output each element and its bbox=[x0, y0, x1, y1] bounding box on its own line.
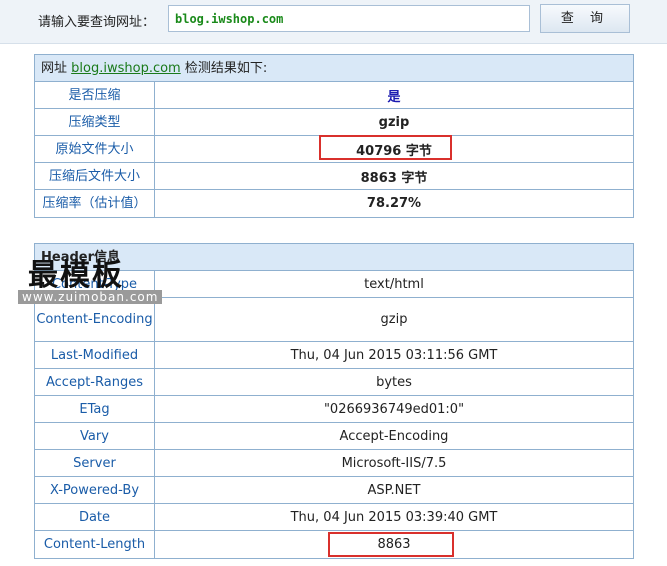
header-value: Thu, 04 Jun 2015 03:39:40 GMT bbox=[290, 509, 498, 525]
compressed-value: 是 bbox=[387, 89, 401, 105]
header-value: Microsoft-IIS/7.5 bbox=[341, 455, 447, 471]
table-row: 压缩类型 gzip bbox=[35, 109, 633, 136]
original-size-highlight-box bbox=[319, 135, 452, 160]
compressed-size-value: 8863 字节 bbox=[360, 170, 428, 186]
header-key: X-Powered-By bbox=[35, 477, 155, 503]
table-row: X-Powered-By ASP.NET bbox=[35, 477, 633, 504]
compressed-size-key: 压缩后文件大小 bbox=[35, 163, 155, 189]
table-row: ETag "0266936749ed01:0" bbox=[35, 396, 633, 423]
result-table-header: 网址 blog.iwshop.com 检测结果如下: bbox=[35, 55, 633, 82]
header-key: Last-Modified bbox=[35, 342, 155, 368]
header-key: Accept-Ranges bbox=[35, 369, 155, 395]
header-key: Vary bbox=[35, 423, 155, 449]
compressed-key: 是否压缩 bbox=[35, 82, 155, 108]
table-row: Last-Modified Thu, 04 Jun 2015 03:11:56 … bbox=[35, 342, 633, 369]
header-key: Content-Encoding bbox=[35, 298, 155, 341]
table-row: 压缩率（估计值） 78.27% bbox=[35, 190, 633, 217]
url-input[interactable] bbox=[168, 5, 530, 32]
header-key: Content-Length bbox=[35, 531, 155, 558]
original-size-key: 原始文件大小 bbox=[35, 136, 155, 162]
header-value: ASP.NET bbox=[367, 482, 421, 498]
table-row: Date Thu, 04 Jun 2015 03:39:40 GMT bbox=[35, 504, 633, 531]
header-value: gzip bbox=[380, 312, 408, 327]
compression-type-key: 压缩类型 bbox=[35, 109, 155, 135]
header-value: bytes bbox=[376, 374, 412, 390]
header-key: Content-Type bbox=[35, 271, 155, 297]
header-info-title: Header信息 bbox=[35, 244, 633, 271]
header-key: Server bbox=[35, 450, 155, 476]
table-row: Content-Type text/html bbox=[35, 271, 633, 298]
table-row: Server Microsoft-IIS/7.5 bbox=[35, 450, 633, 477]
header-key: Date bbox=[35, 504, 155, 530]
header-value: text/html bbox=[364, 276, 424, 292]
compression-ratio-value: 78.27% bbox=[366, 196, 422, 211]
header-value: "0266936749ed01:0" bbox=[323, 401, 465, 417]
query-label: 请输入要查询网址： bbox=[38, 15, 156, 30]
header-info-table: Header信息 Content-Type text/html Content-… bbox=[34, 243, 634, 559]
table-row: 压缩后文件大小 8863 字节 bbox=[35, 163, 633, 190]
result-url-link[interactable]: blog.iwshop.com bbox=[71, 61, 181, 76]
header-value: Thu, 04 Jun 2015 03:11:56 GMT bbox=[290, 347, 498, 363]
result-head-suffix: 检测结果如下: bbox=[184, 61, 268, 76]
compression-ratio-key: 压缩率（估计值） bbox=[35, 190, 155, 217]
table-row: Vary Accept-Encoding bbox=[35, 423, 633, 450]
table-row: Content-Encoding gzip bbox=[35, 298, 633, 342]
table-row: 是否压缩 是 bbox=[35, 82, 633, 109]
header-value: Accept-Encoding bbox=[339, 428, 449, 444]
table-row: Accept-Ranges bytes bbox=[35, 369, 633, 396]
content-length-highlight-box bbox=[328, 532, 454, 557]
query-bar: 请输入要查询网址： 查 询 bbox=[0, 0, 667, 44]
compression-type-value: gzip bbox=[378, 114, 410, 130]
query-button[interactable]: 查 询 bbox=[540, 4, 630, 33]
header-key: ETag bbox=[35, 396, 155, 422]
result-head-prefix: 网址 bbox=[41, 61, 68, 76]
